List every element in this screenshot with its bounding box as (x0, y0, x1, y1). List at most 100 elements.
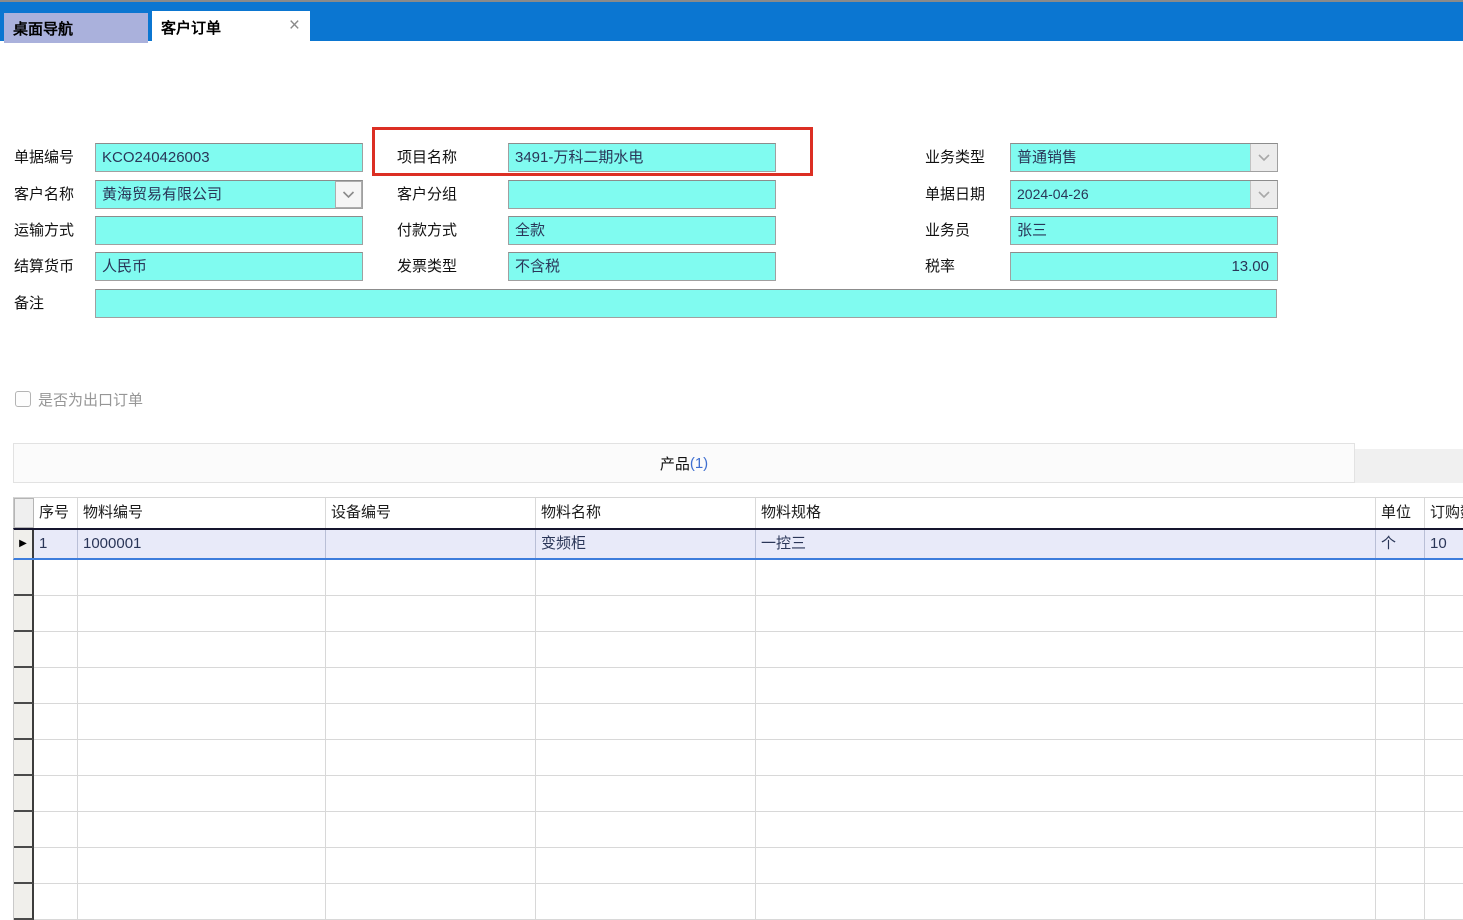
grid-empty-row[interactable] (13, 668, 1463, 704)
empty-cell (756, 632, 1376, 668)
payment-label: 付款方式 (397, 216, 457, 245)
tab-customer-order[interactable]: 客户订单 × (152, 11, 310, 43)
doc-no-label: 单据编号 (14, 143, 74, 172)
customer-name-dropdown-button[interactable] (335, 181, 362, 208)
column-header-3[interactable]: 物料名称 (536, 498, 756, 528)
empty-cell (78, 632, 326, 668)
empty-cell (78, 668, 326, 704)
empty-cell (326, 668, 536, 704)
column-header-2[interactable]: 设备编号 (326, 498, 536, 528)
empty-cell (536, 668, 756, 704)
product-group-header: 产品(1) (13, 443, 1355, 483)
customer-group-label: 客户分组 (397, 180, 457, 209)
row-selector-gutter (14, 704, 34, 740)
tab-desktop-navigation[interactable]: 桌面导航 (4, 13, 148, 43)
grid-empty-row[interactable] (13, 632, 1463, 668)
invoice-type-input[interactable]: 不含税 (508, 252, 776, 281)
empty-cell (78, 560, 326, 596)
empty-cell (326, 632, 536, 668)
empty-cell (326, 848, 536, 884)
empty-cell (1425, 884, 1463, 920)
empty-cell (1425, 668, 1463, 704)
grid-gutter-header (14, 498, 34, 528)
customer-group-input[interactable] (508, 180, 776, 209)
currency-input[interactable]: 人民币 (95, 252, 363, 281)
data-cell-6[interactable]: 10 (1425, 530, 1463, 558)
customer-name-label: 客户名称 (14, 180, 74, 209)
business-type-dropdown-button[interactable] (1250, 144, 1277, 171)
empty-cell (326, 596, 536, 632)
grid-empty-row[interactable] (13, 740, 1463, 776)
doc-no-input[interactable]: KCO240426003 (95, 143, 363, 172)
empty-cell (1376, 704, 1425, 740)
salesperson-input[interactable]: 张三 (1010, 216, 1278, 245)
empty-cell (1425, 812, 1463, 848)
empty-cell (34, 812, 78, 848)
column-header-1[interactable]: 物料编号 (78, 498, 326, 528)
empty-cell (78, 884, 326, 920)
transport-input[interactable] (95, 216, 363, 245)
empty-cell (78, 596, 326, 632)
remarks-input[interactable] (95, 289, 1277, 318)
doc-date-select[interactable]: 2024-04-26 (1010, 180, 1278, 209)
empty-cell (536, 812, 756, 848)
grid-header-row: 序号物料编号设备编号物料名称物料规格单位订购数 (13, 497, 1463, 528)
product-group-title: 产品 (660, 453, 690, 474)
invoice-type-label: 发票类型 (397, 252, 457, 281)
empty-cell (536, 740, 756, 776)
empty-cell (34, 704, 78, 740)
tax-rate-label: 税率 (925, 252, 955, 281)
tab-label: 桌面导航 (13, 18, 73, 39)
grid-data-row[interactable]: ▶ 11000001变频柜一控三个10 (13, 528, 1463, 560)
empty-cell (1425, 632, 1463, 668)
business-type-label: 业务类型 (925, 143, 985, 172)
payment-input[interactable]: 全款 (508, 216, 776, 245)
empty-cell (1425, 596, 1463, 632)
data-cell-4[interactable]: 一控三 (756, 530, 1376, 558)
column-header-6[interactable]: 订购数 (1425, 498, 1463, 528)
tax-rate-input[interactable]: 13.00 (1010, 252, 1278, 281)
empty-cell (536, 596, 756, 632)
project-name-label: 项目名称 (397, 143, 457, 172)
grid-empty-row[interactable] (13, 848, 1463, 884)
empty-cell (326, 740, 536, 776)
empty-cell (756, 668, 1376, 704)
grid-empty-row[interactable] (13, 704, 1463, 740)
empty-cell (34, 740, 78, 776)
empty-cell (756, 740, 1376, 776)
close-icon[interactable]: × (289, 15, 300, 37)
row-selector-gutter (14, 812, 34, 848)
grid-empty-row[interactable] (13, 812, 1463, 848)
empty-cell (1376, 560, 1425, 596)
empty-cell (326, 884, 536, 920)
column-header-0[interactable]: 序号 (34, 498, 78, 528)
data-cell-5[interactable]: 个 (1376, 530, 1425, 558)
data-cell-0[interactable]: 1 (34, 530, 78, 558)
column-header-4[interactable]: 物料规格 (756, 498, 1376, 528)
grid-empty-row[interactable] (13, 776, 1463, 812)
empty-cell (34, 596, 78, 632)
empty-cell (756, 704, 1376, 740)
empty-cell (756, 848, 1376, 884)
data-cell-3[interactable]: 变频柜 (536, 530, 756, 558)
row-selector-gutter (14, 776, 34, 812)
transport-label: 运输方式 (14, 216, 74, 245)
group-header-side-panel (1355, 449, 1463, 483)
empty-cell (1376, 668, 1425, 704)
business-type-select[interactable]: 普通销售 (1010, 143, 1278, 172)
column-header-5[interactable]: 单位 (1376, 498, 1425, 528)
empty-cell (34, 776, 78, 812)
data-cell-1[interactable]: 1000001 (78, 530, 326, 558)
empty-cell (78, 776, 326, 812)
grid-empty-row[interactable] (13, 560, 1463, 596)
grid-empty-row[interactable] (13, 596, 1463, 632)
doc-date-dropdown-button[interactable] (1250, 181, 1277, 208)
salesperson-label: 业务员 (925, 216, 970, 245)
data-cell-2[interactable] (326, 530, 536, 558)
tab-bar: 桌面导航 客户订单 × (0, 0, 1463, 41)
project-name-input[interactable]: 3491-万科二期水电 (508, 143, 776, 172)
chevron-down-icon (1258, 154, 1270, 162)
customer-name-select[interactable]: 黄海贸易有限公司 (95, 180, 363, 209)
export-order-checkbox[interactable] (15, 391, 31, 407)
grid-empty-row[interactable] (13, 884, 1463, 920)
